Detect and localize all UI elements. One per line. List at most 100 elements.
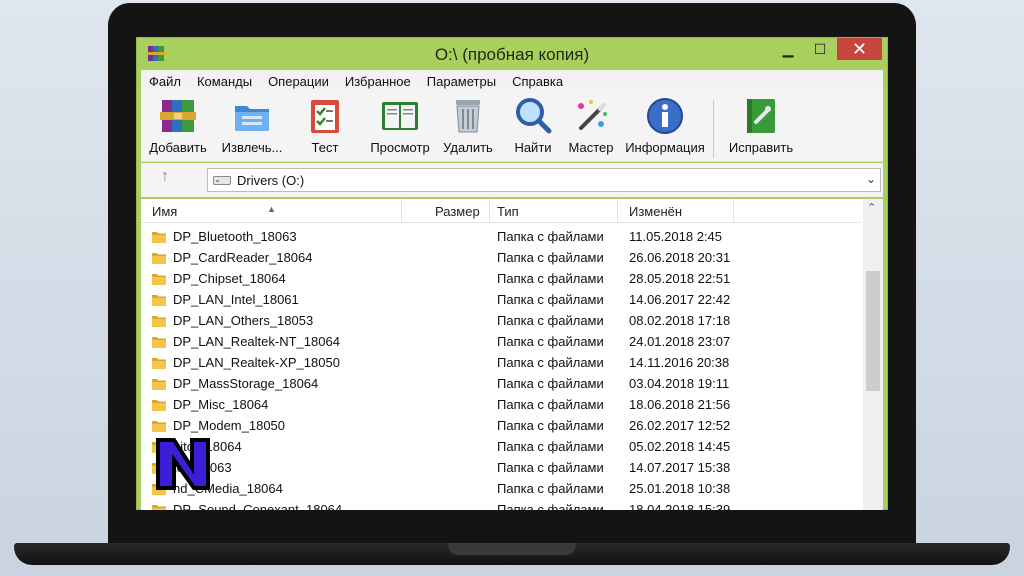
table-row[interactable]: ter_18063Папка с файлами14.07.2017 15:38 (141, 457, 861, 478)
table-row[interactable]: DP_LAN_Others_18053 Папка с файлами 08.02.… (141, 310, 861, 331)
find-label: Найти (514, 140, 552, 155)
table-row[interactable]: nd_CMedia_18064 Папка с файлами 25.01.2018… (141, 478, 861, 499)
view-button[interactable]: Просмотр (363, 96, 437, 155)
file-type: Папка с файлами (497, 481, 604, 496)
address-bar: ↑ Drivers (O:) ⌄ (141, 163, 883, 197)
file-name: DP_CardReader_18064 (173, 250, 313, 265)
view-label: Просмотр (370, 140, 430, 155)
file-name: DP_Misc_18064 (173, 397, 269, 412)
table-row[interactable]: nitor_18064Папка с файлами05.02.2018 14:… (141, 436, 861, 457)
minimize-button[interactable]: ▁ (773, 38, 803, 60)
folder-icon (152, 379, 166, 390)
column-divider[interactable] (401, 199, 402, 223)
trash-icon (456, 100, 480, 133)
info-button[interactable]: Информация (623, 96, 707, 155)
column-size[interactable]: Размер (435, 204, 480, 219)
file-name: DP_LAN_Realtek-NT_18064 (173, 334, 340, 349)
maximize-button[interactable]: ☐ (805, 38, 835, 60)
file-type: Папка с файлами (497, 250, 604, 265)
folder-icon (152, 400, 166, 411)
file-type: Папка с файлами (497, 313, 604, 328)
file-modified: 18.04.2018 15:39 (629, 502, 731, 510)
folder-icon (152, 295, 166, 306)
folder-icon (152, 421, 166, 432)
test-label: Тест (311, 140, 339, 155)
file-modified: 03.04.2018 19:11 (629, 376, 730, 391)
close-button[interactable]: ✕ (837, 38, 882, 60)
file-name: DP_Bluetooth_18063 (173, 229, 297, 244)
magnifier-icon (516, 98, 552, 134)
path-text: Drivers (O:) (237, 172, 305, 188)
table-row[interactable]: DP_Modem_18050 Папка с файлами 26.02.2017 … (141, 415, 861, 436)
menu-operations[interactable]: Операции (260, 74, 337, 89)
wizard-label: Мастер (568, 140, 614, 155)
file-list: ▲ Имя Размер Тип Изменён DP_Bluetooth_18… (141, 199, 883, 510)
chevron-down-icon[interactable]: ⌄ (866, 172, 876, 186)
file-name: DP_LAN_Realtek-XP_18050 (173, 355, 340, 370)
test-button[interactable]: Тест (301, 96, 349, 155)
file-type: Папка с файлами (497, 460, 604, 475)
table-row[interactable]: DP_Chipset_18064 Папка с файлами 28.05.201… (141, 268, 861, 289)
column-divider[interactable] (617, 199, 618, 223)
view-book-icon (382, 102, 418, 130)
column-header: ▲ Имя Размер Тип Изменён (141, 199, 861, 223)
file-type: Папка с файлами (497, 292, 604, 307)
file-modified: 25.01.2018 10:38 (629, 481, 731, 496)
title-bar[interactable]: O:\ (пробная копия) ▁ ☐ ✕ (137, 38, 887, 68)
file-type: Папка с файлами (497, 355, 604, 370)
file-modified: 14.11.2016 20:38 (629, 355, 730, 370)
table-row[interactable]: DP_MassStorage_18064 Папка с файлами 03.04… (141, 373, 861, 394)
table-row[interactable]: DP_LAN_Realtek-XP_18050 Папка с файлами 14… (141, 352, 861, 373)
file-name: DP_Modem_18050 (173, 418, 286, 433)
folder-icon (152, 316, 166, 327)
menu-options[interactable]: Параметры (419, 74, 504, 89)
table-row[interactable]: DP_Sound_Conexant_18064 Папка с файлами 18… (141, 499, 861, 510)
extract-button[interactable]: Извлечь... (211, 96, 293, 155)
file-modified: 26.02.2017 12:52 (629, 418, 731, 433)
n-logo-overlay (156, 438, 210, 490)
menu-help[interactable]: Справка (504, 74, 571, 89)
laptop-notch (448, 543, 576, 555)
file-modified: 14.07.2017 15:38 (629, 460, 731, 475)
wizard-button[interactable]: Мастер (561, 96, 621, 155)
repair-book-icon (747, 99, 775, 133)
file-modified: 28.05.2018 22:51 (629, 271, 731, 286)
add-label: Добавить (149, 140, 207, 155)
laptop-screen: O:\ (пробная копия) ▁ ☐ ✕ Файл Команды О… (136, 37, 888, 510)
column-divider[interactable] (733, 199, 734, 223)
find-button[interactable]: Найти (507, 96, 559, 155)
extract-label: Извлечь... (221, 140, 283, 155)
menu-favorites[interactable]: Избранное (337, 74, 419, 89)
menu-file[interactable]: Файл (141, 74, 189, 89)
column-type[interactable]: Тип (497, 204, 519, 219)
path-combobox[interactable]: Drivers (O:) ⌄ (207, 168, 881, 192)
column-divider[interactable] (489, 199, 490, 223)
file-modified: 05.02.2018 14:45 (629, 439, 731, 454)
table-row[interactable]: DP_CardReader_18064 Папка с файлами 26.06.… (141, 247, 861, 268)
file-name: DP_Chipset_18064 (173, 271, 286, 286)
scroll-up-icon[interactable]: ⌃ (867, 201, 876, 214)
add-button[interactable]: Добавить (147, 96, 209, 155)
column-name[interactable]: Имя (152, 204, 177, 219)
repair-label: Исправить (728, 140, 794, 155)
folder-icon (152, 505, 166, 510)
file-modified: 08.02.2018 17:18 (629, 313, 731, 328)
sort-asc-icon: ▲ (267, 204, 276, 214)
table-row[interactable]: DP_Misc_18064 Папка с файлами 18.06.2018 2… (141, 394, 861, 415)
delete-button[interactable]: Удалить (437, 96, 499, 155)
table-row[interactable]: DP_LAN_Intel_18061 Папка с файлами 14.06.2… (141, 289, 861, 310)
table-row[interactable]: DP_Bluetooth_18063 Папка с файлами 11.05.2… (141, 226, 861, 247)
vertical-scrollbar[interactable]: ⌃ (863, 199, 883, 510)
file-type: Папка с файлами (497, 418, 604, 433)
table-row[interactable]: DP_LAN_Realtek-NT_18064 Папка с файлами 24… (141, 331, 861, 352)
up-arrow-icon[interactable]: ↑ (161, 168, 169, 186)
file-type: Папка с файлами (497, 376, 604, 391)
file-type: Папка с файлами (497, 229, 604, 244)
menu-commands[interactable]: Команды (189, 74, 260, 89)
test-checklist-icon (311, 100, 339, 133)
repair-button[interactable]: Исправить (723, 96, 799, 155)
folder-icon (152, 253, 166, 264)
scrollbar-thumb[interactable] (866, 271, 880, 391)
file-type: Папка с файлами (497, 271, 604, 286)
column-modified[interactable]: Изменён (629, 204, 682, 219)
